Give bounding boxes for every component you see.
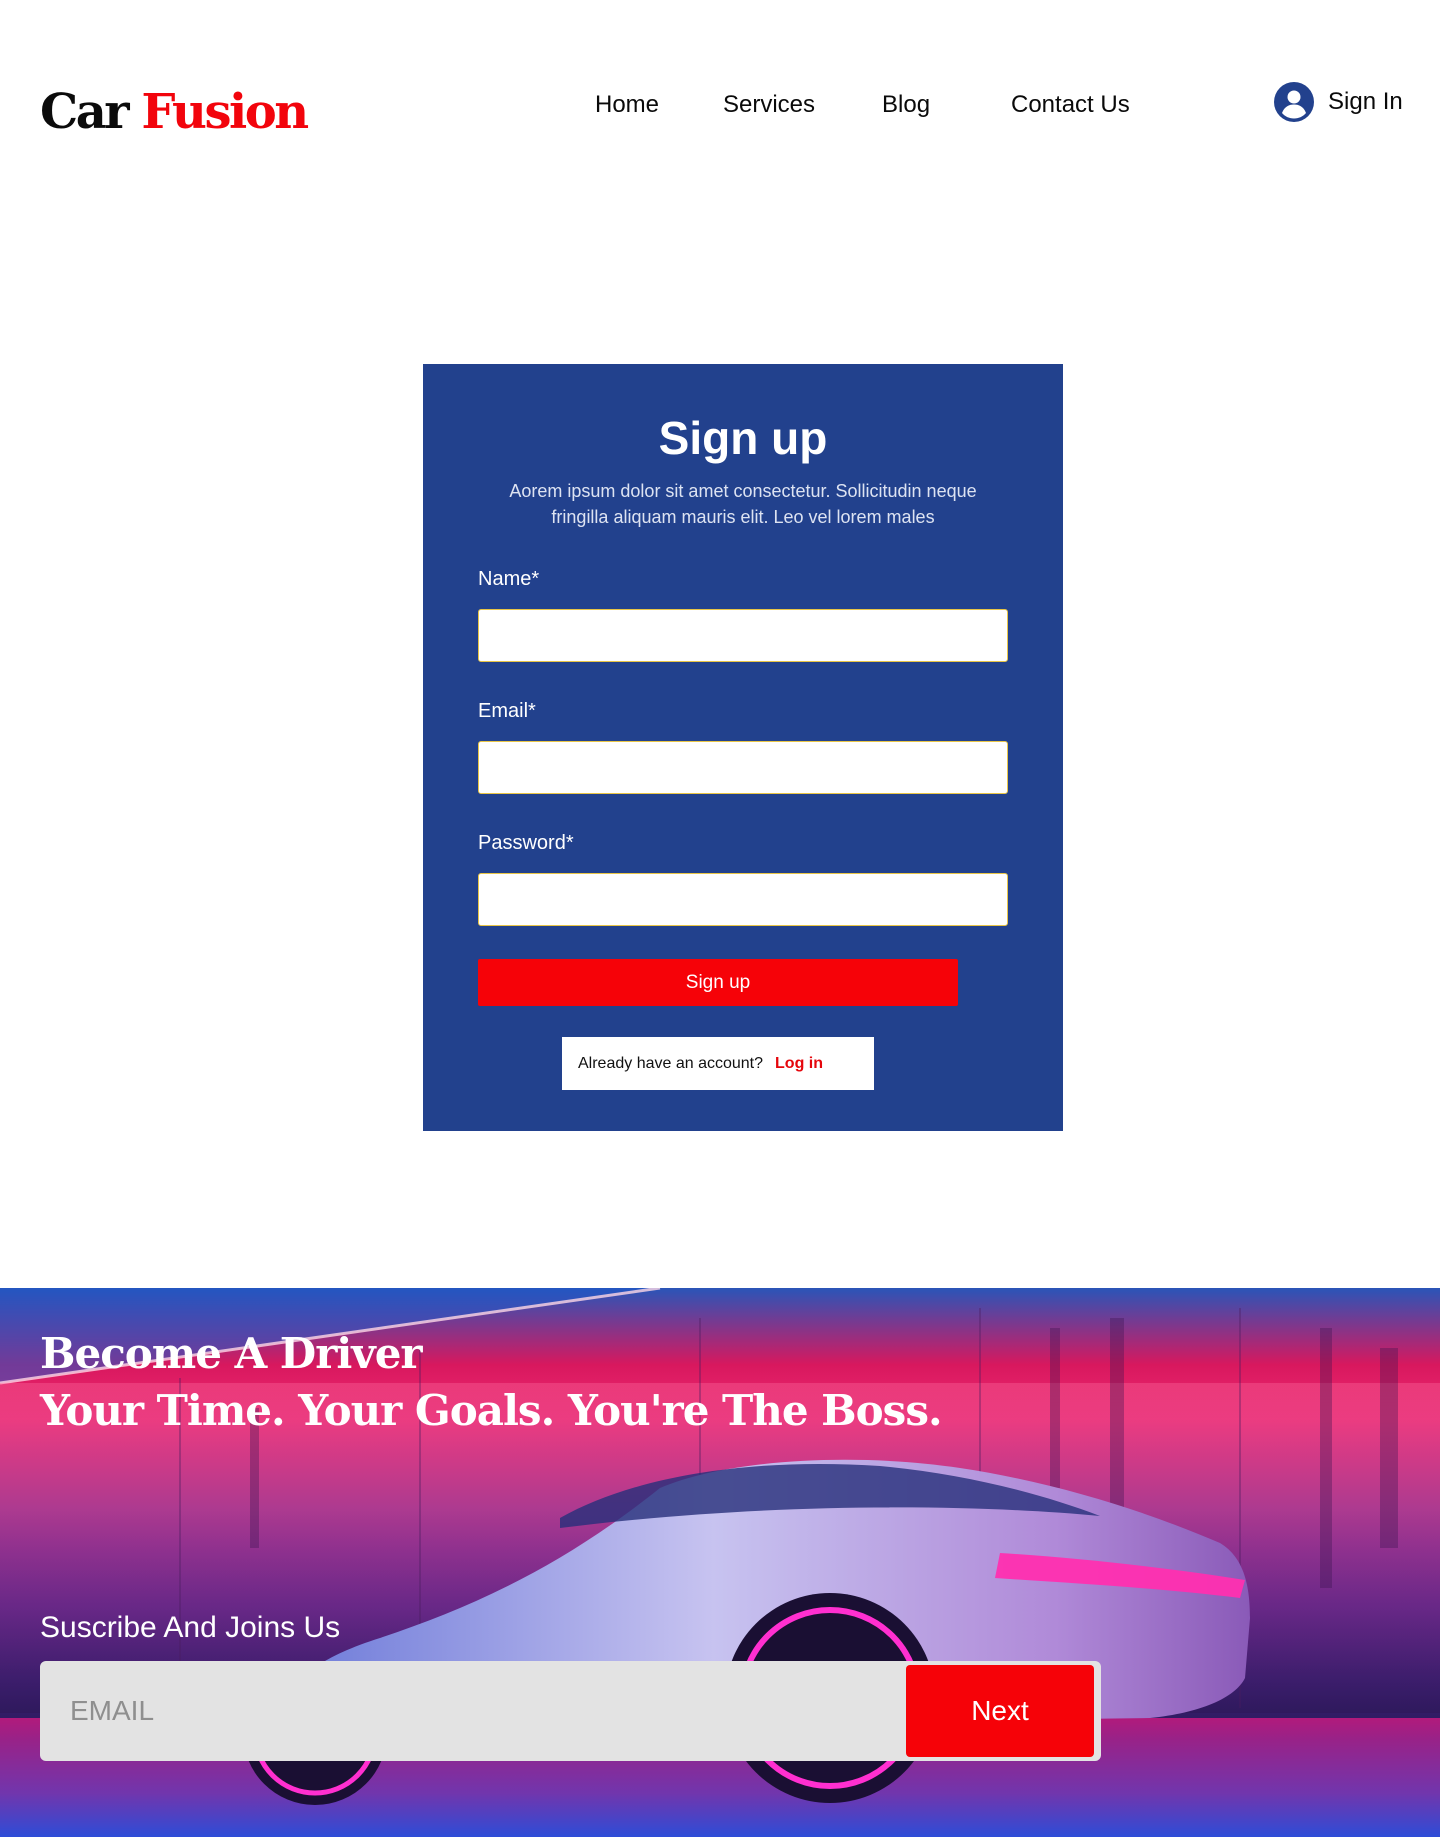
subscribe-form: Next	[40, 1661, 1101, 1761]
login-prompt-box: Already have an account? Log in	[562, 1037, 874, 1090]
subscribe-email-input[interactable]	[40, 1661, 900, 1761]
email-input[interactable]	[478, 741, 1008, 794]
brand-logo[interactable]: Car Fusion	[40, 82, 309, 142]
login-prompt-text: Already have an account?	[578, 1054, 764, 1072]
login-link[interactable]: Log in	[775, 1055, 823, 1073]
user-circle-icon	[1274, 82, 1314, 122]
hero-heading-line1: Become A Driver	[40, 1329, 423, 1378]
become-driver-hero: Become A Driver Your Time. Your Goals. Y…	[0, 1288, 1440, 1837]
logo-word-fusion: Fusion	[141, 84, 309, 140]
logo-word-car: Car	[40, 84, 130, 140]
nav-home[interactable]: Home	[595, 90, 659, 120]
signup-subtitle: Aorem ipsum dolor sit amet consectetur. …	[509, 481, 977, 527]
signup-title: Sign up	[658, 412, 828, 464]
sign-in-button[interactable]: Sign In	[1274, 82, 1403, 122]
signup-submit-button[interactable]: Sign up	[478, 959, 958, 1006]
nav-contact-us[interactable]: Contact Us	[1011, 90, 1130, 120]
subscribe-title: Suscribe And Joins Us	[40, 1611, 341, 1644]
password-label: Password*	[478, 832, 574, 854]
subscribe-next-button[interactable]: Next	[906, 1665, 1094, 1757]
signup-card: Sign up Aorem ipsum dolor sit amet conse…	[423, 364, 1063, 1131]
nav-blog[interactable]: Blog	[882, 90, 930, 120]
sign-in-label: Sign In	[1328, 88, 1403, 115]
password-input[interactable]	[478, 873, 1008, 926]
hero-heading-line2: Your Time. Your Goals. You're The Boss.	[40, 1386, 943, 1435]
name-label: Name*	[478, 568, 540, 590]
name-input[interactable]	[478, 609, 1008, 662]
nav-services[interactable]: Services	[723, 90, 815, 120]
email-label: Email*	[478, 700, 536, 722]
